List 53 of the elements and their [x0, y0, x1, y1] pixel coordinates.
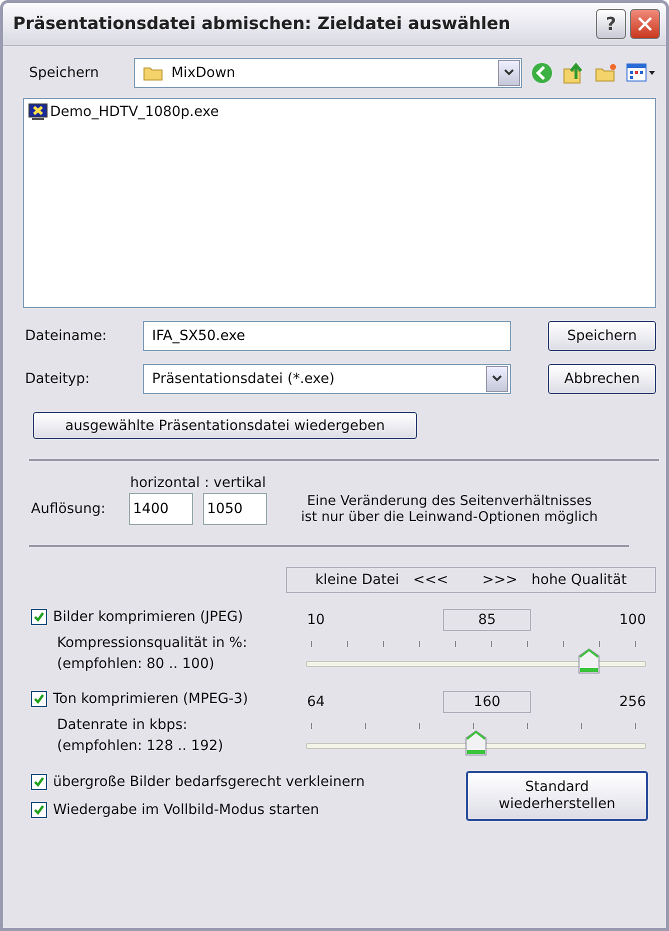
- close-button[interactable]: [630, 9, 660, 39]
- close-icon: [636, 15, 654, 33]
- save-button[interactable]: Speichern: [548, 321, 656, 351]
- checkbox[interactable]: [31, 691, 47, 707]
- file-item[interactable]: Demo_HDTV_1080p.exe: [28, 103, 219, 121]
- slider-hint: Datenrate in kbps: (empfohlen: 128 .. 192): [57, 716, 224, 756]
- folder-dropdown[interactable]: MixDown: [134, 58, 522, 88]
- resolution-label: Auflösung:: [31, 501, 106, 517]
- checkbox-label: Ton komprimieren (MPEG-3): [53, 691, 248, 707]
- scale-right-label: hohe Qualität: [532, 572, 627, 588]
- view-menu-icon[interactable]: [626, 62, 656, 84]
- checkbox[interactable]: [31, 609, 47, 625]
- cancel-button[interactable]: Abbrechen: [548, 364, 656, 394]
- chevron-down-icon: [503, 69, 515, 77]
- slider-max-label: 256: [619, 694, 646, 710]
- filetype-label: Dateityp:: [24, 371, 91, 387]
- slider-hint: Kompressionsqualität in %: (empfohlen: 80 .. 100): [57, 634, 248, 674]
- slider-value: 160: [443, 691, 532, 713]
- filetype-dropdown[interactable]: Präsentationsdatei (*.exe): [143, 364, 511, 394]
- filename-field[interactable]: IFA_SX50.exe: [143, 321, 511, 351]
- scale-left-arrows: <<<: [413, 572, 448, 588]
- resolution-header: horizontal : vertikal: [130, 475, 266, 491]
- slider-min-label: 64: [307, 694, 325, 710]
- filename-label: Dateiname:: [24, 328, 108, 344]
- slider-thumb[interactable]: [465, 730, 487, 756]
- slider-min-label: 10: [307, 612, 325, 628]
- checkbox[interactable]: [31, 774, 47, 790]
- checkbox[interactable]: [31, 802, 47, 818]
- folder-icon: [143, 65, 164, 81]
- height-field[interactable]: 1050: [203, 493, 267, 525]
- width-field[interactable]: 1400: [129, 493, 193, 525]
- play-button[interactable]: ausgewählte Präsentationsdatei wiedergeben: [33, 412, 417, 439]
- check-icon: [33, 693, 45, 705]
- slider-value: 85: [443, 609, 532, 631]
- reset-defaults-button[interactable]: Standard wiederherstellen: [466, 771, 648, 821]
- check-icon: [33, 804, 45, 816]
- check-icon: [33, 776, 45, 788]
- chevron-down-icon: [491, 375, 503, 383]
- checkbox-label: Wiedergabe im Vollbild-Modus starten: [53, 802, 320, 818]
- checkbox-label: übergroße Bilder bedarfsgerecht verkleinern: [53, 774, 365, 790]
- help-button[interactable]: ?: [596, 9, 626, 39]
- aspect-note: Eine Veränderung des Seitenverhältnisses ist nur über die Leinwand-Optionen möglich: [301, 493, 598, 525]
- check-icon: [33, 611, 45, 623]
- scale-right-arrows: >>>: [482, 572, 518, 588]
- save-in-label: Speichern: [28, 65, 100, 81]
- slider-max-label: 100: [619, 612, 646, 628]
- window-title: Präsentationsdatei abmischen: Zieldatei auswählen: [13, 14, 512, 34]
- back-icon[interactable]: [530, 61, 554, 85]
- slider-thumb[interactable]: [578, 648, 600, 674]
- scale-left-label: kleine Datei: [315, 572, 400, 588]
- program-icon: [28, 103, 48, 121]
- checkbox-label: Bilder komprimieren (JPEG): [53, 609, 244, 625]
- file-list[interactable]: Demo_HDTV_1080p.exe: [23, 98, 656, 308]
